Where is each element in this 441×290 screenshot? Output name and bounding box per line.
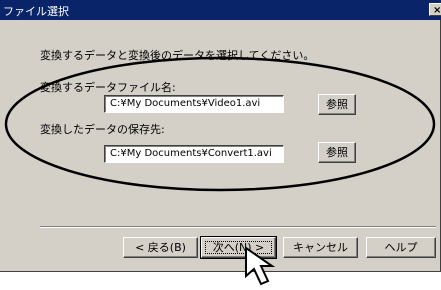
destination-browse-button[interactable]: 参照	[318, 142, 356, 163]
mouse-cursor-icon	[245, 246, 276, 286]
close-button[interactable]: ×	[429, 3, 441, 16]
destination-label: 変換したデータの保存先:	[40, 123, 165, 136]
cancel-button[interactable]: キャンセル	[283, 237, 358, 258]
destination-input[interactable]: C:¥My Documents¥Convert1.avi	[104, 145, 284, 163]
file-select-dialog: ファイル選択 × 変換するデータと変換後のデータを選択してください。 変換するデ…	[0, 0, 441, 272]
window-title: ファイル選択	[3, 5, 69, 18]
instruction-text: 変換するデータと変換後のデータを選択してください。	[40, 49, 315, 62]
source-file-label: 変換するデータファイル名:	[40, 81, 176, 94]
source-file-input[interactable]: C:¥My Documents¥Video1.avi	[104, 95, 284, 113]
source-browse-button[interactable]: 参照	[318, 94, 356, 115]
back-button[interactable]: < 戻る(B)	[123, 237, 198, 258]
footer-separator	[40, 226, 436, 228]
help-button[interactable]: ヘルプ	[366, 237, 436, 258]
title-bar[interactable]: ファイル選択 ×	[0, 0, 441, 20]
